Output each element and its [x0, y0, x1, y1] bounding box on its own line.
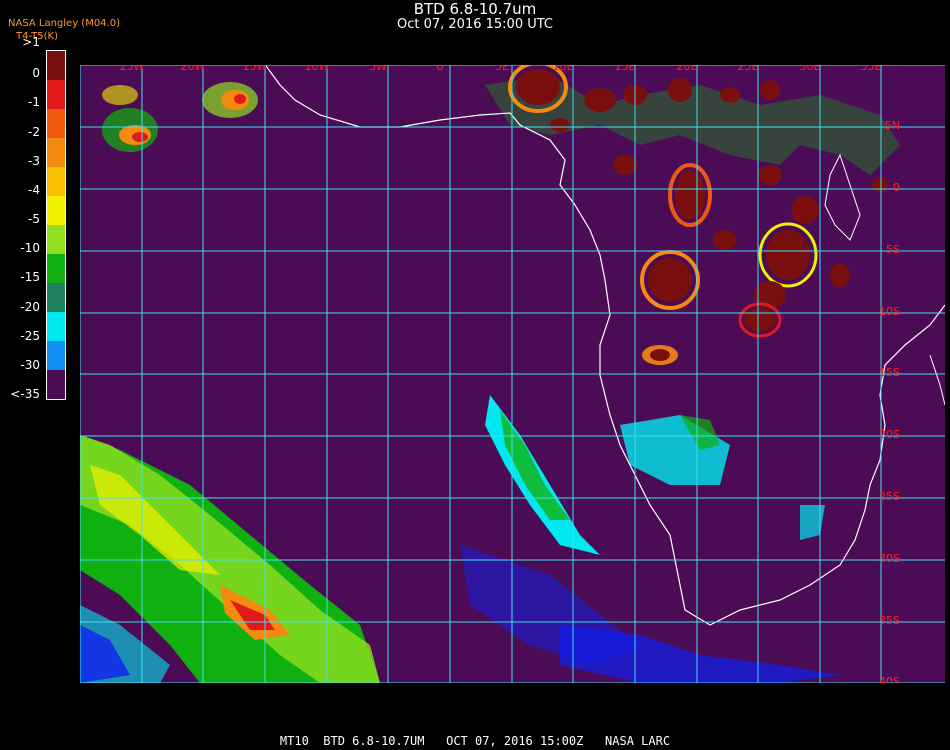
longitude-label: 25W [120, 65, 145, 73]
footer-caption: MT10 BTD 6.8-10.7UM OCT 07, 2016 15:00Z … [279, 734, 671, 748]
latitude-label: 30S [879, 552, 900, 565]
longitude-labels: 25W 20W 15W 10W 5W 0 5E 10E 15E 20E 25E 30E 35E [120, 65, 882, 73]
colorbar-label: <-35 [10, 387, 40, 401]
latitude-label: 20S [879, 428, 900, 441]
longitude-label: 10E [553, 65, 574, 73]
longitude-label: 5E [495, 65, 509, 73]
colorbar-label: 0 [32, 66, 40, 81]
latitude-labels: 5N 0 5S 10S 15S 20S 25S 30S 35S 40S [879, 119, 900, 683]
latitude-label: 35S [879, 614, 900, 627]
latitude-label: 0 [893, 181, 900, 194]
longitude-label: 30E [800, 65, 821, 73]
lake-outline [824, 153, 861, 241]
longitude-label: 25E [738, 65, 759, 73]
colorbar-swatch [47, 80, 65, 109]
latitude-label: 5N [885, 119, 900, 132]
map-canvas: 25W 20W 15W 10W 5W 0 5E 10E 15E 20E 25E 30E 35E 5N05… [80, 65, 945, 683]
longitude-label: 15E [615, 65, 636, 73]
longitude-label: 20W [181, 65, 206, 73]
latitude-label: 15S [879, 366, 900, 379]
colorbar-label: -15 [20, 270, 40, 285]
latitude-label: 10S [879, 305, 900, 318]
legend-source: NASA Langley (M04.0) [8, 18, 120, 29]
colorbar-swatch [47, 51, 65, 80]
colorbar-swatch [47, 196, 65, 225]
longitude-label: 10W [305, 65, 330, 73]
longitude-label: 5W [369, 65, 387, 73]
latitude-label: 40S [879, 675, 900, 683]
colorbar-swatch [47, 283, 65, 312]
chart-title: BTD 6.8-10.7um [413, 0, 537, 18]
colorbar-swatch [47, 341, 65, 370]
colorbar-label: -2 [28, 124, 40, 139]
colorbar-swatch [47, 254, 65, 283]
colorbar [46, 50, 66, 400]
colorbar-swatch [47, 312, 65, 341]
colorbar-label: -3 [28, 153, 40, 168]
colorbar-label: -25 [20, 328, 40, 343]
colorbar-swatch [47, 167, 65, 196]
madagascar-outline [929, 354, 945, 406]
chart-subtitle: Oct 07, 2016 15:00 UTC [397, 17, 553, 32]
colorbar-swatch [47, 138, 65, 167]
colorbar-label: -10 [20, 241, 40, 256]
colorbar-label: -30 [20, 357, 40, 372]
longitude-label: 20E [677, 65, 698, 73]
colorbar-label: -5 [28, 212, 40, 226]
colorbar-swatch [47, 109, 65, 138]
colorbar-label: -20 [20, 299, 40, 314]
latitude-label: 5S [886, 243, 900, 256]
latitude-label: 25S [879, 490, 900, 503]
colorbar-label: -1 [28, 95, 40, 110]
longitude-label: 15W [243, 65, 268, 73]
longitude-label: 0 [437, 65, 444, 73]
colorbar-swatch [47, 370, 65, 399]
colorbar-label: >1 [22, 35, 40, 49]
colorbar-label: -4 [28, 182, 40, 197]
satellite-map: 25W 20W 15W 10W 5W 0 5E 10E 15E 20E 25E 30E 35E 5N 0 5… [80, 65, 945, 683]
longitude-label: 35E [861, 65, 882, 73]
colorbar-swatch [47, 225, 65, 254]
